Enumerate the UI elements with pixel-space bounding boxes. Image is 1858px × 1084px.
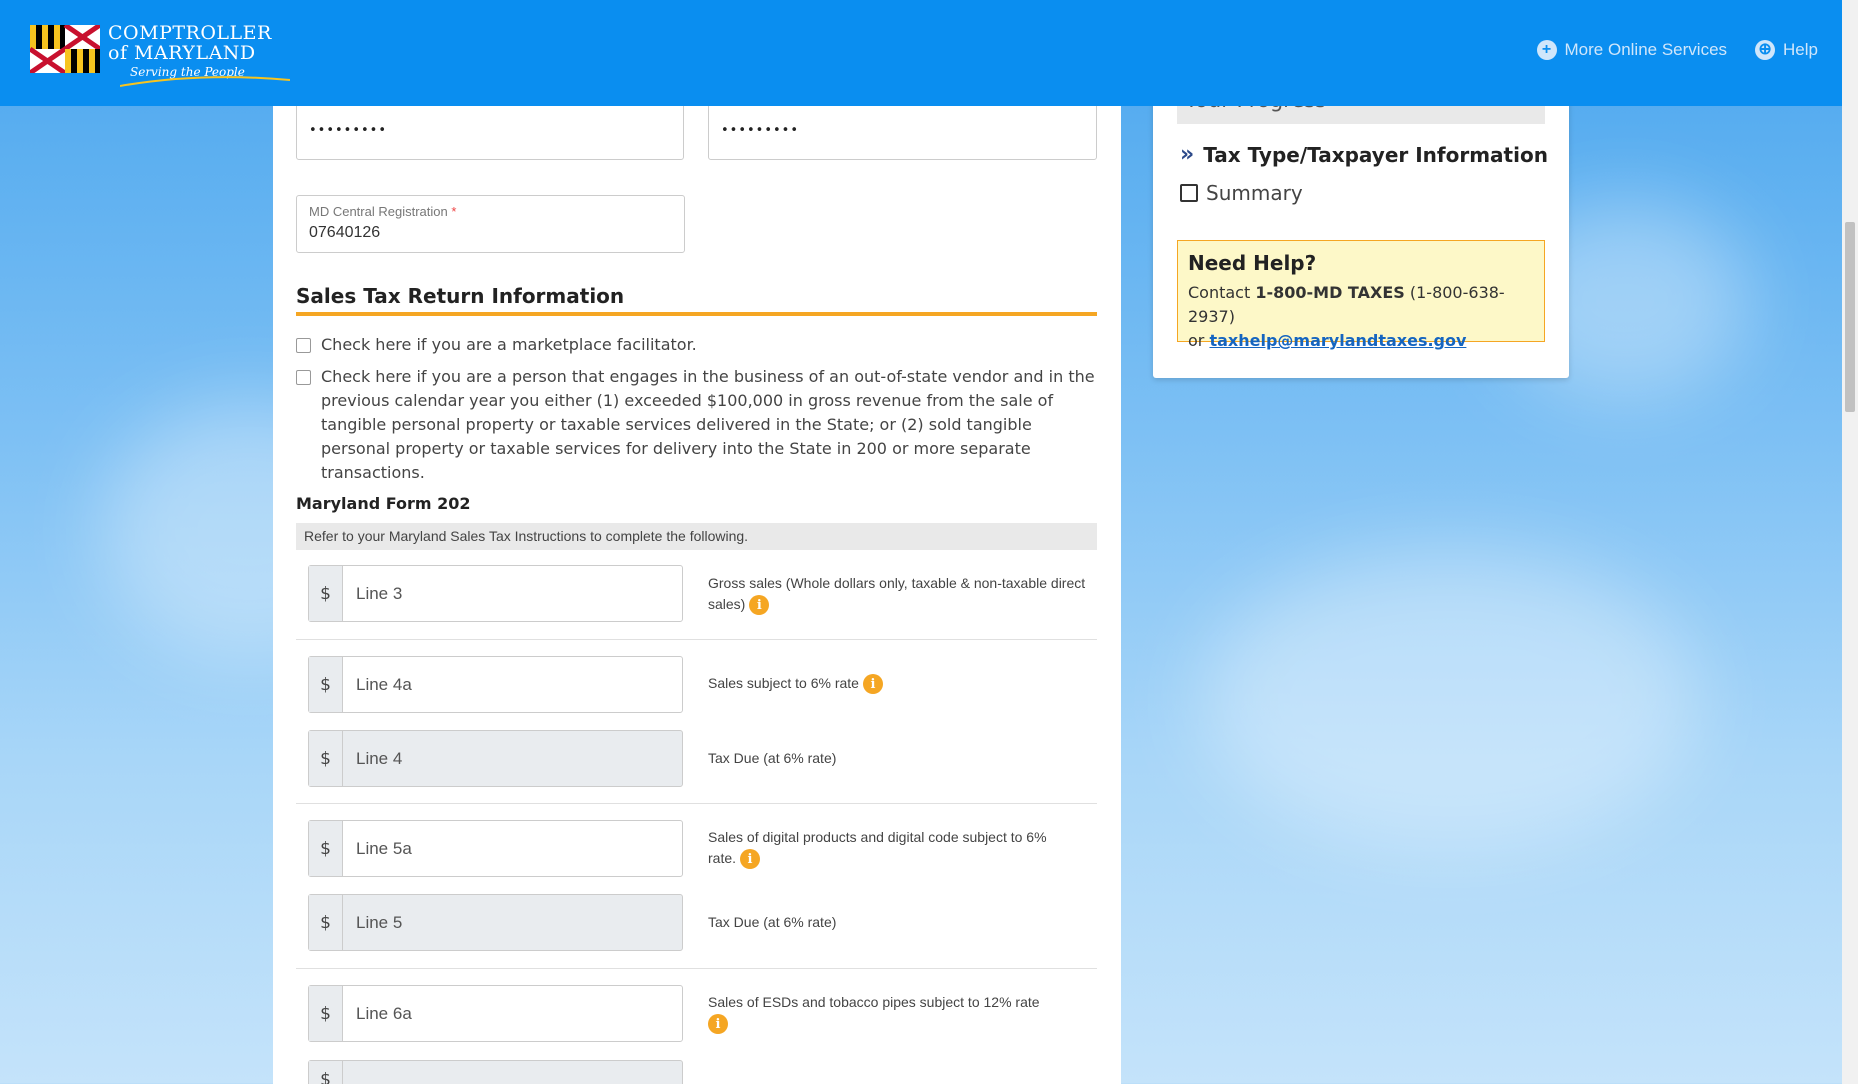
more-online-services-link[interactable]: + More Online Services <box>1536 40 1728 60</box>
line-4-description: Tax Due (at 6% rate) <box>708 750 837 766</box>
step-summary[interactable]: Summary <box>1180 181 1303 205</box>
form-202-title: Maryland Form 202 <box>296 494 471 513</box>
need-help-box: Need Help? Contact 1-800-MD TAXES (1-800… <box>1177 240 1545 350</box>
more-online-services-label: More Online Services <box>1564 40 1728 59</box>
dollar-addon: $ <box>309 731 343 786</box>
line-5-input: $ Line 5 <box>308 894 683 951</box>
line-4a-description: Sales subject to 6% rate i <box>708 673 1088 695</box>
need-help-text: Contact 1-800-MD TAXES (1-800-638-2937) … <box>1188 283 1505 350</box>
maryland-flag-icon <box>30 25 100 73</box>
plus-circle-icon: + <box>1536 40 1557 60</box>
line-5a-placeholder: Line 5a <box>356 838 412 858</box>
line-3-input[interactable]: $ Line 3 <box>308 565 683 622</box>
password-mask: ••••••••• <box>309 123 388 138</box>
info-icon[interactable]: i <box>749 595 770 616</box>
md-central-registration-value: 07640126 <box>309 224 381 241</box>
header-nav: + More Online Services ⊕ Help <box>1536 40 1818 60</box>
comptroller-logo[interactable]: COMPTROLLER of MARYLAND Serving the Peop… <box>30 20 290 90</box>
line-4a-input[interactable]: $ Line 4a <box>308 656 683 713</box>
need-help-title: Need Help? <box>1188 251 1317 275</box>
dollar-addon: $ <box>309 566 343 621</box>
line-6a-description: Sales of ESDs and tobacco pipes subject … <box>708 992 1078 1035</box>
line-4-placeholder: Line 4 <box>356 748 403 768</box>
page-scrollbar[interactable] <box>1842 0 1858 1084</box>
form-202-instructions: Refer to your Maryland Sales Tax Instruc… <box>296 523 1097 550</box>
row-divider <box>296 803 1097 804</box>
marketplace-facilitator-checkbox[interactable] <box>296 338 311 353</box>
help-phone-bold: 1-800-MD TAXES <box>1255 283 1405 302</box>
info-icon[interactable]: i <box>708 1014 728 1035</box>
info-icon[interactable]: i <box>862 674 883 695</box>
out-of-state-vendor-row: Check here if you are a person that enga… <box>296 365 1096 485</box>
confirm-password-mask: ••••••••• <box>721 123 800 138</box>
main-form-panel: ••••••••• ••••••••• MD Central Registrat… <box>273 0 1121 1084</box>
line-5-description: Tax Due (at 6% rate) <box>708 914 837 930</box>
step-tax-type[interactable]: » Tax Type/Taxpayer Information <box>1180 142 1548 167</box>
row-divider <box>296 639 1097 640</box>
sales-tax-section-title: Sales Tax Return Information <box>296 284 625 308</box>
line-5-placeholder: Line 5 <box>356 912 403 932</box>
md-central-registration-label: MD Central Registration * <box>309 204 457 219</box>
line-5a-input[interactable]: $ Line 5a <box>308 820 683 877</box>
step-tax-type-label: Tax Type/Taxpayer Information <box>1203 142 1548 167</box>
scrollbar-thumb[interactable] <box>1845 222 1855 412</box>
chevron-right-icon: » <box>1180 142 1194 167</box>
row-divider <box>296 968 1097 969</box>
line-4-input: $ Line 4 <box>308 730 683 787</box>
checkbox-icon <box>1180 184 1198 202</box>
next-line-input: $ <box>308 1060 683 1084</box>
dollar-addon: $ <box>309 895 343 950</box>
help-email-link[interactable]: taxhelp@marylandtaxes.gov <box>1209 331 1466 350</box>
logo-line-1: COMPTROLLER <box>108 22 272 44</box>
dollar-addon: $ <box>309 986 343 1041</box>
line-3-description: Gross sales (Whole dollars only, taxable… <box>708 573 1088 616</box>
logo-line-2: of MARYLAND <box>108 42 256 64</box>
line-3-placeholder: Line 3 <box>356 583 403 603</box>
dollar-addon: $ <box>309 1061 343 1084</box>
password-field[interactable]: ••••••••• <box>296 100 684 160</box>
line-6a-placeholder: Line 6a <box>356 1003 412 1023</box>
md-central-registration-field[interactable]: MD Central Registration * 07640126 <box>296 195 685 253</box>
step-summary-label: Summary <box>1206 181 1303 205</box>
help-label: Help <box>1783 40 1818 59</box>
lifebuoy-icon: ⊕ <box>1755 40 1776 60</box>
marketplace-facilitator-row: Check here if you are a marketplace faci… <box>296 333 1096 357</box>
help-link[interactable]: ⊕ Help <box>1755 40 1818 60</box>
line-5a-description: Sales of digital products and digital co… <box>708 827 1078 870</box>
dollar-addon: $ <box>309 821 343 876</box>
line-4a-placeholder: Line 4a <box>356 674 412 694</box>
out-of-state-vendor-checkbox[interactable] <box>296 370 311 385</box>
section-divider <box>296 312 1097 316</box>
line-6a-input[interactable]: $ Line 6a <box>308 985 683 1042</box>
marketplace-facilitator-label: Check here if you are a marketplace faci… <box>321 335 697 354</box>
info-icon[interactable]: i <box>740 849 761 870</box>
dollar-addon: $ <box>309 657 343 712</box>
site-header: COMPTROLLER of MARYLAND Serving the Peop… <box>0 0 1842 106</box>
confirm-password-field[interactable]: ••••••••• <box>708 100 1097 160</box>
out-of-state-vendor-label: Check here if you are a person that enga… <box>321 367 1095 482</box>
logo-swoosh-icon <box>120 76 290 87</box>
